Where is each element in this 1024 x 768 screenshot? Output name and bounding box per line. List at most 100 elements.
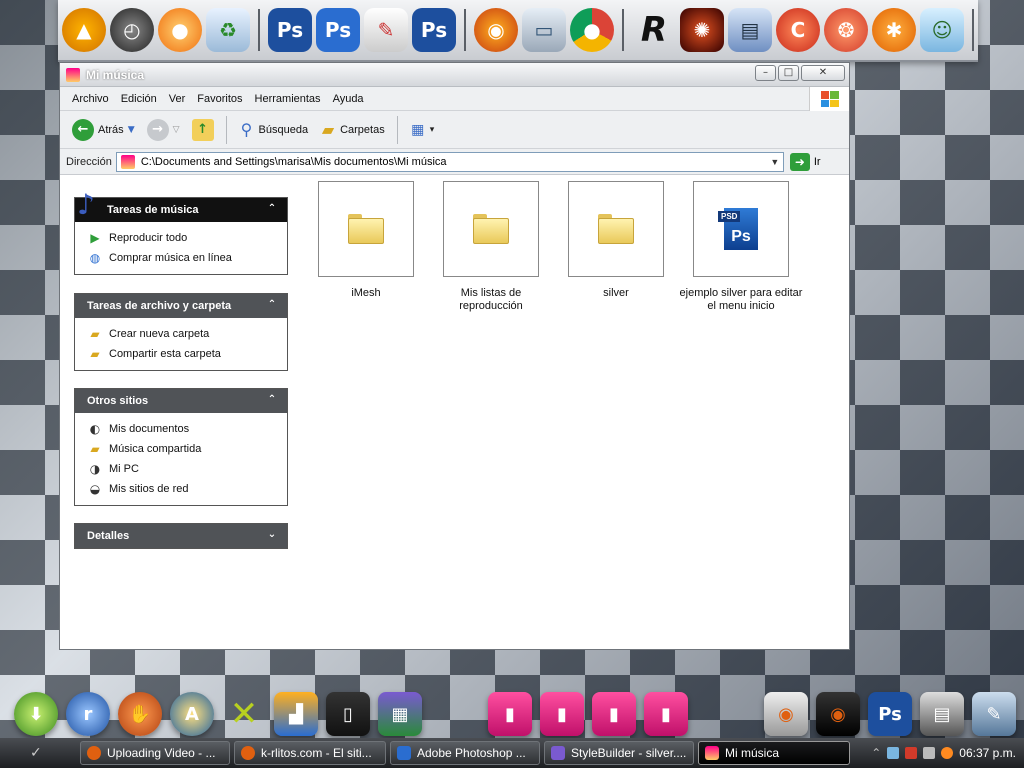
r-logo-icon[interactable]: R (632, 8, 676, 52)
security-tray-icon[interactable] (905, 747, 918, 759)
pink-document-icon[interactable]: ▮ (540, 692, 584, 736)
windows-window-icon[interactable]: ▦ (378, 692, 422, 736)
expand-icon[interactable]: ⌄ (265, 528, 279, 542)
dock-separator (972, 9, 974, 51)
up-button[interactable]: ↑ (188, 117, 218, 143)
psd-thumbnail: PSD Ps (693, 181, 789, 277)
aimp-icon[interactable]: ▲ (62, 8, 106, 52)
forward-dropdown-icon[interactable]: ▽ (173, 125, 180, 135)
collapse-icon[interactable]: ⌃ (265, 202, 279, 216)
psd-file-item[interactable]: PSD Ps ejemplo silver para editar el men… (676, 181, 806, 313)
window-controls: – □ ✕ (755, 65, 845, 81)
speedometer-icon[interactable]: ◴ (110, 8, 154, 52)
music-tasks-header[interactable]: ♪ Tareas de música ⌃ (75, 188, 287, 222)
recycle-bin-icon[interactable]: ♻ (206, 8, 250, 52)
title-bar[interactable]: Mi música – □ ✕ (60, 63, 849, 87)
window-firefox-icon[interactable]: ◉ (764, 692, 808, 736)
window-pencil-icon[interactable]: ▤ (728, 8, 772, 52)
taskbar-item[interactable]: StyleBuilder - silver.... (544, 741, 694, 765)
menu-archivo[interactable]: Archivo (66, 93, 115, 105)
address-input[interactable]: C:\Documents and Settings\marisa\Mis doc… (115, 151, 784, 172)
go-label: Ir (813, 155, 821, 168)
volume-tray-icon[interactable] (923, 747, 936, 759)
network-tray-icon[interactable] (887, 747, 900, 759)
folder-icon (473, 214, 509, 244)
place-shared-music[interactable]: ▰ Música compartida (87, 439, 287, 459)
menu-ver[interactable]: Ver (163, 93, 192, 105)
game-icon[interactable]: ❂ (824, 8, 868, 52)
pink-document-icon[interactable]: ▮ (592, 692, 636, 736)
folders-button[interactable]: ▰ Carpetas (316, 120, 389, 140)
photoshop-icon[interactable]: Ps (412, 8, 456, 52)
glove-icon[interactable]: ✋ (118, 692, 162, 736)
photoshop-icon[interactable]: Ps (316, 8, 360, 52)
menu-ayuda[interactable]: Ayuda (327, 93, 370, 105)
system-tray: ⌃ 06:37 p.m. (871, 746, 1024, 760)
menu-herramientas[interactable]: Herramientas (249, 93, 327, 105)
winamp-icon[interactable]: A (170, 692, 214, 736)
phone-icon[interactable]: ▯ (326, 692, 370, 736)
close-button[interactable]: ✕ (801, 65, 845, 81)
back-button[interactable]: ← Atrás ▼ (68, 117, 139, 143)
stylebuilder-icon[interactable]: ▤ (920, 692, 964, 736)
taskbar-item[interactable]: k-rlitos.com - El siti... (234, 741, 386, 765)
task-new-folder[interactable]: ▰ Crear nueva carpeta (87, 324, 287, 344)
collapse-icon[interactable]: ⌃ (265, 298, 279, 312)
place-network[interactable]: ◒ Mis sitios de red (87, 479, 287, 499)
taskbar-item-active[interactable]: Mi música (698, 741, 850, 765)
back-dropdown-icon[interactable]: ▼ (128, 125, 135, 135)
views-dropdown-icon: ▾ (429, 124, 435, 135)
window-firefox-icon[interactable]: ◉ (816, 692, 860, 736)
menu-bar: Archivo Edición Ver Favoritos Herramient… (60, 87, 849, 111)
other-places-header[interactable]: Otros sitios ⌃ (75, 389, 287, 413)
go-button[interactable]: ➜ Ir (789, 152, 821, 171)
folder-item[interactable]: iMesh (306, 181, 426, 300)
photoshop-icon[interactable]: Ps (268, 8, 312, 52)
file-tasks-header[interactable]: Tareas de archivo y carpeta ⌃ (75, 294, 287, 318)
start-button[interactable]: ✓ (0, 738, 80, 768)
search-button[interactable]: ⚲ Búsqueda (235, 120, 313, 140)
menu-favoritos[interactable]: Favoritos (191, 93, 248, 105)
photoshop-icon[interactable]: Ps (868, 692, 912, 736)
users-icon[interactable]: ☺ (920, 8, 964, 52)
task-play-all[interactable]: ▶ Reproducir todo (87, 228, 287, 248)
tray-expand-icon[interactable]: ⌃ (871, 746, 881, 760)
maximize-button[interactable]: □ (778, 65, 799, 81)
blocks-icon[interactable]: ▟ (274, 692, 318, 736)
collapse-icon[interactable]: ⌃ (265, 393, 279, 407)
clock[interactable]: 06:37 p.m. (959, 746, 1016, 760)
minimize-button[interactable]: – (755, 65, 776, 81)
x-icon[interactable]: ✕ (222, 692, 266, 736)
orange-ball-icon[interactable]: ● (158, 8, 202, 52)
folder-icon (598, 214, 634, 244)
place-label: Música compartida (109, 443, 202, 455)
avast-tray-icon[interactable] (941, 747, 954, 759)
taskbar-item[interactable]: Adobe Photoshop ... (390, 741, 540, 765)
pen-icon[interactable]: ✎ (972, 692, 1016, 736)
forward-button[interactable]: → ▽ (143, 117, 184, 143)
firefox-icon[interactable]: ◉ (474, 8, 518, 52)
realplayer-icon[interactable]: r (66, 692, 110, 736)
avast-icon[interactable]: ✱ (872, 8, 916, 52)
folder-item[interactable]: silver (556, 181, 676, 300)
photoscape-icon[interactable]: ✎ (364, 8, 408, 52)
folder-item[interactable]: Mis listas de reproducción (431, 181, 551, 313)
place-my-documents[interactable]: ◐ Mis documentos (87, 419, 287, 439)
chrome-icon[interactable]: ● (570, 8, 614, 52)
ccleaner-icon[interactable]: C (776, 8, 820, 52)
psd-letters: Ps (731, 228, 751, 245)
emblem-icon[interactable]: ✺ (680, 8, 724, 52)
task-share-folder[interactable]: ▰ Compartir esta carpeta (87, 344, 287, 364)
address-dropdown-icon[interactable]: ▼ (767, 153, 783, 171)
window-icon[interactable]: ▭ (522, 8, 566, 52)
details-header[interactable]: Detalles ⌄ (75, 524, 287, 548)
download-icon[interactable]: ⬇ (14, 692, 58, 736)
views-button[interactable]: ▦ ▾ (406, 120, 439, 140)
taskbar-item[interactable]: Uploading Video - ... (80, 741, 230, 765)
menu-edicion[interactable]: Edición (115, 93, 163, 105)
task-buy-music[interactable]: ◍ Comprar música en línea (87, 248, 287, 268)
place-my-pc[interactable]: ◑ Mi PC (87, 459, 287, 479)
pink-document-icon[interactable]: ▮ (644, 692, 688, 736)
music-tasks-body: ▶ Reproducir todo ◍ Comprar música en lí… (75, 222, 287, 274)
pink-document-icon[interactable]: ▮ (488, 692, 532, 736)
